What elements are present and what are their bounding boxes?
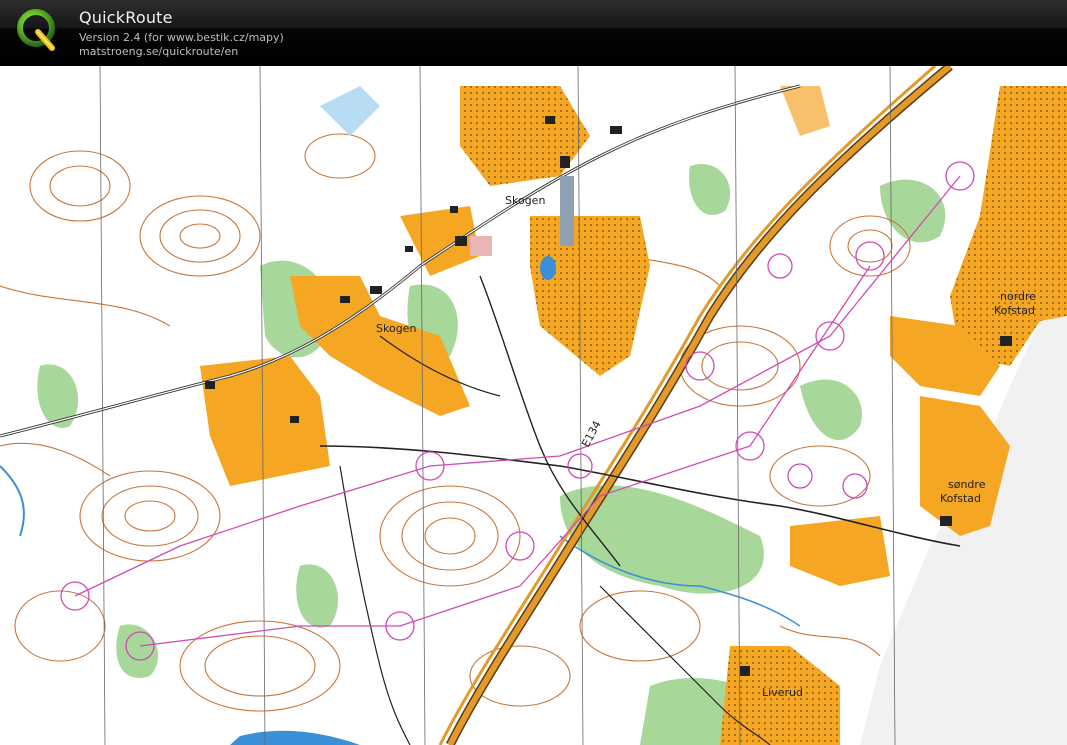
website-link[interactable]: matstroeng.se/quickroute/en	[79, 45, 238, 58]
app-header: QuickRoute Version 2.4 (for www.bestik.c…	[0, 0, 1067, 66]
map-canvas[interactable]: Skogen Skogen E134 nordre Kofstad søndre…	[0, 66, 1067, 745]
label-sondre-2: Kofstad	[940, 492, 981, 505]
app-title: QuickRoute	[79, 8, 173, 27]
orienteering-map[interactable]: Skogen Skogen E134 nordre Kofstad søndre…	[0, 66, 1067, 745]
label-skogen-west: Skogen	[376, 322, 416, 335]
quickroute-logo-icon	[17, 9, 55, 51]
label-sondre-1: søndre	[948, 478, 986, 491]
building-farm	[470, 236, 492, 256]
building-long	[560, 176, 574, 246]
label-nordre-2: Kofstad	[994, 304, 1035, 317]
version-text: Version 2.4 (for www.bestik.cz/mapy)	[79, 31, 284, 44]
label-skogen-north: Skogen	[505, 194, 545, 207]
label-nordre-1: nordre	[1000, 290, 1036, 303]
label-liverud: Liverud	[762, 686, 803, 699]
